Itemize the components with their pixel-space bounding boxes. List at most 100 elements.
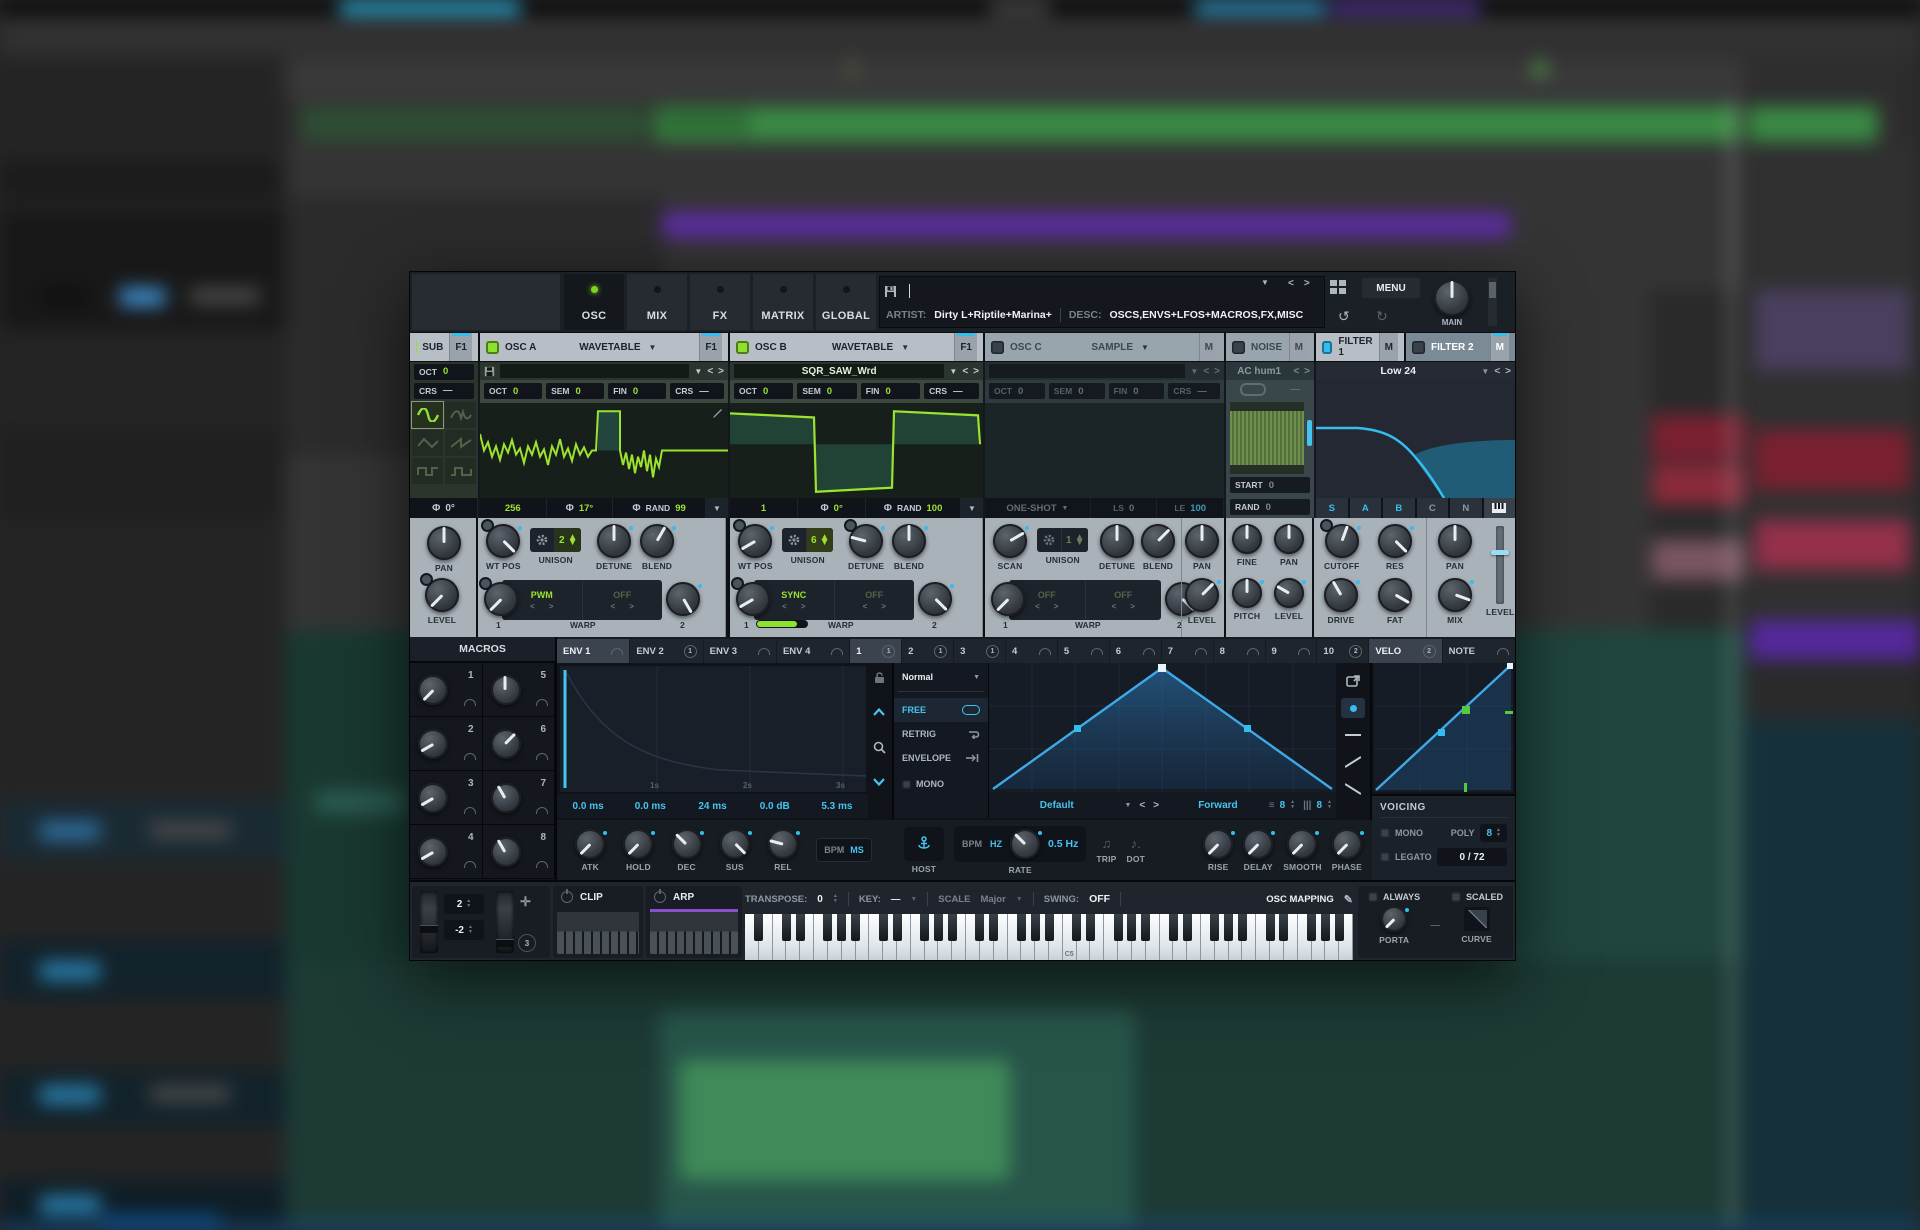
- osc-c-loop-start[interactable]: LS 0: [1091, 498, 1158, 518]
- filter-pan-knob[interactable]: [1438, 524, 1472, 558]
- black-key[interactable]: [892, 914, 902, 941]
- tab-lfo9[interactable]: 9: [1265, 639, 1317, 663]
- tab-lfo4[interactable]: 4: [1005, 639, 1057, 663]
- env-release-value[interactable]: 5.3 ms: [806, 801, 868, 812]
- filter-mix-knob[interactable]: [1438, 578, 1474, 612]
- keyboard-tracking-icon[interactable]: [1483, 498, 1515, 518]
- black-key[interactable]: [1182, 914, 1192, 941]
- filter1-enable-checkbox[interactable]: [1322, 340, 1333, 354]
- black-key[interactable]: [1334, 914, 1344, 941]
- sub-phase-value[interactable]: 0°: [445, 503, 455, 514]
- lfo-shape-display[interactable]: [989, 663, 1336, 792]
- power-icon[interactable]: [561, 889, 573, 903]
- warp-prev[interactable]: <: [1112, 602, 1117, 611]
- black-key[interactable]: [1141, 914, 1151, 941]
- tab-lfo1[interactable]: 11: [850, 639, 902, 663]
- swing-value[interactable]: OFF: [1089, 893, 1110, 905]
- voicing-legato-toggle[interactable]: LEGATO: [1380, 852, 1432, 862]
- osc-b-prev-wavetable[interactable]: <: [962, 366, 968, 377]
- filter-route-n[interactable]: N: [1450, 498, 1482, 518]
- osc-b-phase[interactable]: Φ 0°: [798, 498, 867, 518]
- warp-prev[interactable]: <: [782, 602, 787, 611]
- osc-c-play-mode[interactable]: ONE-SHOT ▼: [985, 498, 1091, 518]
- black-key[interactable]: [1279, 914, 1289, 941]
- black-key[interactable]: [754, 914, 764, 941]
- clip-label[interactable]: CLIP: [580, 892, 603, 903]
- noise-prev-sample[interactable]: <: [1293, 366, 1299, 377]
- lfo-triplet-button[interactable]: ♫: [1102, 836, 1112, 851]
- tab-lfo6[interactable]: 6: [1109, 639, 1161, 663]
- sub-level-knob[interactable]: [420, 573, 459, 612]
- chevron-down-icon[interactable]: [873, 778, 885, 786]
- osc-a-sem[interactable]: 0: [576, 386, 581, 397]
- osc-c-scan-knob[interactable]: [993, 524, 1029, 558]
- macro-1[interactable]: 1: [410, 663, 483, 717]
- porta-knob[interactable]: [1381, 906, 1410, 932]
- lfo-mono-toggle[interactable]: MONO: [894, 772, 988, 796]
- warp-next[interactable]: >: [549, 602, 554, 611]
- macro-3[interactable]: 3: [410, 771, 483, 825]
- porta-scaled-toggle[interactable]: SCALED: [1450, 892, 1503, 902]
- preset-dropdown-icon[interactable]: ▼: [1261, 278, 1269, 287]
- black-key[interactable]: [1265, 914, 1275, 941]
- sub-filter-routing-button[interactable]: F1: [449, 333, 472, 361]
- lfo-mode-dropdown[interactable]: Normal ▼: [894, 663, 988, 691]
- tab-lfo8[interactable]: 8: [1213, 639, 1265, 663]
- black-key[interactable]: [989, 914, 999, 941]
- osc-c-pan-knob[interactable]: [1185, 524, 1219, 558]
- osc-a-mode-dropdown[interactable]: WAVETABLE ▼: [542, 342, 693, 353]
- lfo-delay-knob[interactable]: [1243, 828, 1276, 859]
- black-key[interactable]: [781, 914, 791, 941]
- noise-start-value[interactable]: 0: [1269, 480, 1274, 491]
- save-icon[interactable]: [884, 285, 897, 298]
- tab-env1[interactable]: ENV 1: [557, 639, 630, 663]
- tab-env2[interactable]: ENV 21: [630, 639, 703, 663]
- tab-lfo3[interactable]: 31: [954, 639, 1005, 663]
- osc-c-blend-knob[interactable]: [1141, 524, 1175, 558]
- warp-prev[interactable]: <: [530, 602, 535, 611]
- osc-a-waveform-display[interactable]: [480, 403, 728, 498]
- black-key[interactable]: [851, 914, 861, 941]
- chevron-down-icon[interactable]: ▼: [1190, 367, 1198, 376]
- osc-b-unison-control[interactable]: 6 ▲ ▼: [782, 528, 834, 552]
- chevron-down-icon[interactable]: ▼: [694, 367, 702, 376]
- osc-b-warp1-knob[interactable]: [731, 577, 770, 616]
- lfo-hz-toggle[interactable]: HZ: [990, 839, 1002, 849]
- porta-always-toggle[interactable]: ALWAYS: [1368, 892, 1420, 902]
- black-key[interactable]: [1307, 914, 1317, 941]
- black-key[interactable]: [1113, 914, 1123, 941]
- filter-route-b[interactable]: B: [1383, 498, 1415, 518]
- env-atk-knob[interactable]: [575, 828, 608, 859]
- black-key[interactable]: [1320, 914, 1330, 941]
- osc-a-warp2-mode[interactable]: OFF < >: [583, 580, 663, 620]
- osc-c-sample-name[interactable]: [989, 364, 1186, 378]
- sub-pan-knob[interactable]: [427, 526, 461, 560]
- ramp-down-tool[interactable]: [1341, 779, 1365, 799]
- filter-type-dropdown[interactable]: Low 24: [1320, 364, 1476, 378]
- tab-matrix[interactable]: MATRIX: [753, 274, 813, 330]
- warp-prev[interactable]: <: [1035, 602, 1040, 611]
- env-dec-knob[interactable]: [671, 828, 704, 859]
- chevron-down-icon[interactable]: ▼: [949, 367, 957, 376]
- arp-label[interactable]: ARP: [673, 892, 694, 903]
- lfo-dotted-button[interactable]: ♪.: [1131, 836, 1141, 851]
- osc-c-sample-display[interactable]: [985, 403, 1224, 498]
- osc-b-wtpos-knob[interactable]: [733, 519, 775, 558]
- sub-wave-sine-button[interactable]: [411, 401, 444, 429]
- osc-b-frame-value[interactable]: 1: [730, 498, 799, 518]
- gear-icon[interactable]: [530, 528, 555, 552]
- noise-fine-knob[interactable]: [1232, 524, 1262, 554]
- osc-a-phase-rand[interactable]: Φ RAND 99: [613, 498, 707, 518]
- osc-a-wavetable-name[interactable]: [500, 364, 690, 378]
- osc-a-unison-control[interactable]: 2 ▲ ▼: [530, 528, 582, 552]
- sub-coarse-value[interactable]: —: [443, 385, 453, 396]
- env-time-mode-toggle[interactable]: BPM MS: [816, 838, 872, 862]
- filter1-header[interactable]: FILTER 1 M: [1316, 333, 1404, 361]
- sub-octave-value[interactable]: 0: [443, 366, 448, 377]
- external-editor-icon[interactable]: [1341, 671, 1365, 691]
- sub-wave-square-button[interactable]: [412, 458, 443, 484]
- lfo-rate-control[interactable]: BPM HZ 0.5 Hz: [954, 825, 1087, 862]
- osc-c-crs[interactable]: —: [1197, 386, 1207, 397]
- envelope-display[interactable]: 1s 2s 3s: [560, 666, 866, 792]
- tab-lfo2[interactable]: 21: [902, 639, 954, 663]
